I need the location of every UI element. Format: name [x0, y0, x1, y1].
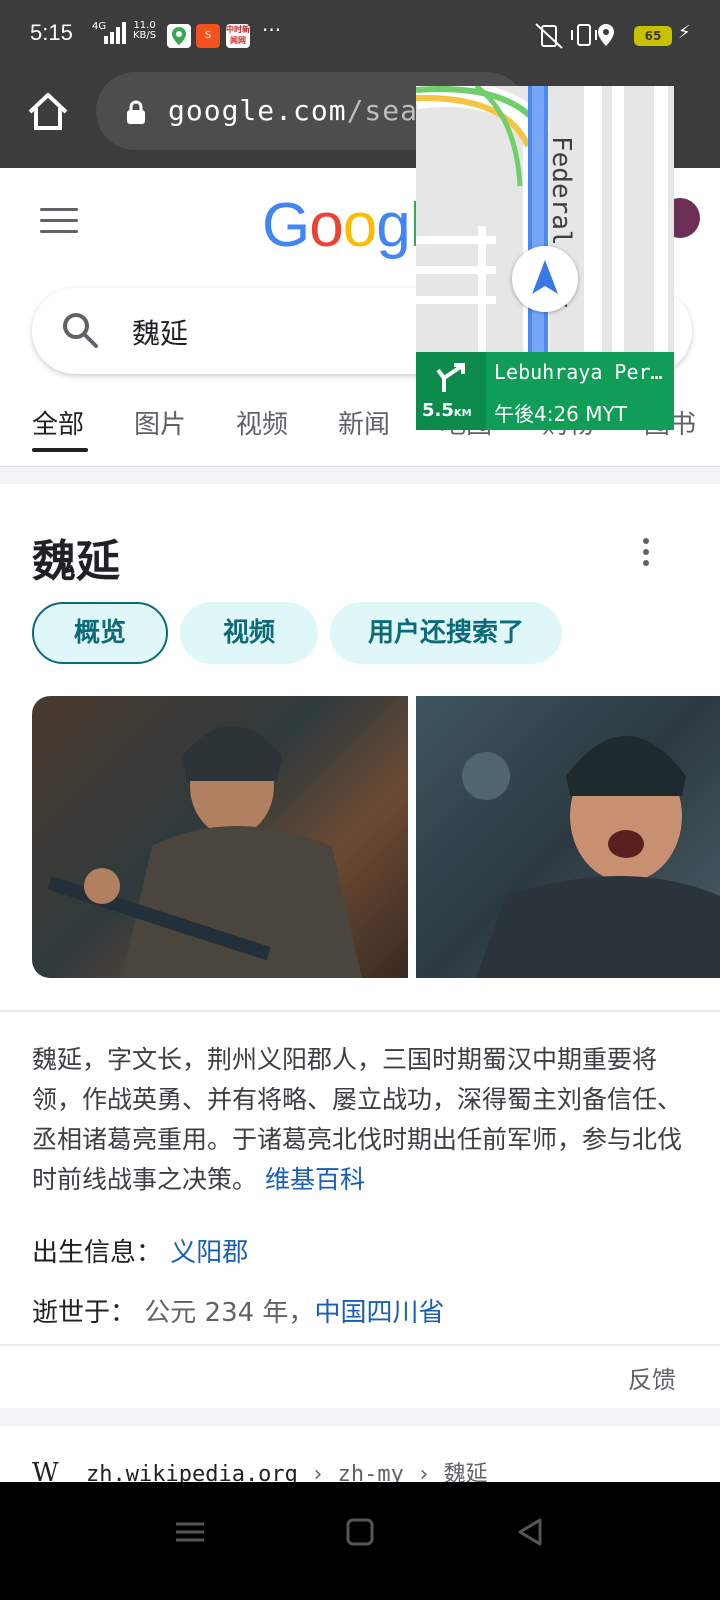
status-bar: 5:15 4G 11.0 KB/S S 中时新闻网 ··· 65 ⚡	[0, 0, 720, 70]
chip-videos[interactable]: 视频	[180, 602, 318, 664]
died-label: 逝世于：	[32, 1298, 137, 1328]
shouting-warrior-image	[462, 736, 720, 978]
tab-news[interactable]: 新闻	[338, 404, 390, 441]
born-label: 出生信息：	[32, 1238, 163, 1268]
fork-right-icon	[436, 363, 465, 392]
url-host: google.com	[168, 94, 347, 127]
maps-navigation-pip[interactable]: Federal Hwy 5.5KM Lebuhraya Persekutuan …	[416, 86, 674, 430]
distance-unit: KM	[453, 408, 472, 419]
home-icon[interactable]	[26, 90, 70, 134]
tab-videos[interactable]: 视频	[236, 404, 288, 441]
result-divider	[0, 1408, 720, 1426]
section-divider	[0, 466, 720, 484]
search-query[interactable]: 魏延	[132, 312, 188, 352]
maps-app-icon	[167, 24, 191, 48]
speed-unit: KB/S	[133, 30, 157, 41]
lock-icon	[127, 100, 145, 124]
turn-instruction-panel: 5.5KM Lebuhraya Persekutuan 午後4:26 MYT	[416, 352, 674, 430]
kp-description: 魏延，字文长，荆州义阳郡人，三国时期蜀汉中期重要将领，作战英勇、并有将略、屡立战…	[32, 1040, 682, 1200]
armored-general-image	[47, 726, 362, 978]
navigation-arrow-icon	[512, 246, 578, 312]
charging-icon: ⚡	[678, 22, 691, 43]
chip-people-also-search[interactable]: 用户还搜索了	[330, 602, 562, 664]
chip-overview[interactable]: 概览	[32, 602, 168, 664]
vibrate-icon	[571, 24, 597, 46]
back-nav-icon[interactable]	[510, 1512, 550, 1552]
location-icon	[598, 24, 614, 46]
kp-image-1[interactable]	[32, 696, 408, 978]
recents-menu-icon[interactable]	[170, 1512, 210, 1552]
died-place-link[interactable]: 中国四川省	[314, 1298, 444, 1328]
next-street-name: Lebuhraya Persekutuan	[494, 360, 670, 384]
battery-icon: 65	[634, 26, 672, 46]
more-options-icon[interactable]	[640, 538, 652, 570]
news-app-icon: 中时新闻网	[226, 24, 250, 48]
search-icon[interactable]	[60, 310, 100, 350]
home-nav-icon[interactable]	[340, 1512, 380, 1552]
born-place-link[interactable]: 义阳郡	[170, 1238, 248, 1268]
feedback-link[interactable]: 反馈	[628, 1360, 676, 1395]
kp-image-2[interactable]	[416, 696, 720, 978]
feedback-separator	[0, 1344, 720, 1346]
distance-to-turn: 5.5KM	[422, 400, 472, 421]
network-speed: 11.0 KB/S	[133, 21, 156, 41]
arrival-time: 午後4:26 MYT	[494, 402, 627, 426]
fact-born: 出生信息： 义阳郡	[32, 1232, 248, 1269]
shopee-app-icon: S	[196, 24, 220, 48]
kp-title: 魏延	[32, 536, 120, 587]
kp-separator	[0, 1010, 720, 1012]
died-date: 公元 234 年，	[144, 1298, 315, 1328]
status-time: 5:15	[30, 20, 73, 45]
turn-panel-left: 5.5KM	[416, 352, 486, 430]
active-tab-indicator	[32, 448, 88, 452]
hamburger-menu-icon[interactable]	[40, 208, 78, 238]
tab-all[interactable]: 全部	[32, 404, 84, 441]
system-nav-bar	[0, 1482, 720, 1600]
distance-value: 5.5	[422, 400, 454, 421]
more-notifications: ···	[262, 18, 282, 42]
vibrate-off-icon	[535, 23, 563, 49]
url-text: google.com/searc	[168, 94, 454, 127]
tab-images[interactable]: 图片	[134, 404, 186, 441]
fact-died: 逝世于： 公元 234 年，中国四川省	[32, 1292, 444, 1329]
wikipedia-source-link[interactable]: 维基百科	[265, 1165, 365, 1194]
map-view[interactable]	[416, 86, 674, 352]
signal-icon	[104, 22, 126, 44]
